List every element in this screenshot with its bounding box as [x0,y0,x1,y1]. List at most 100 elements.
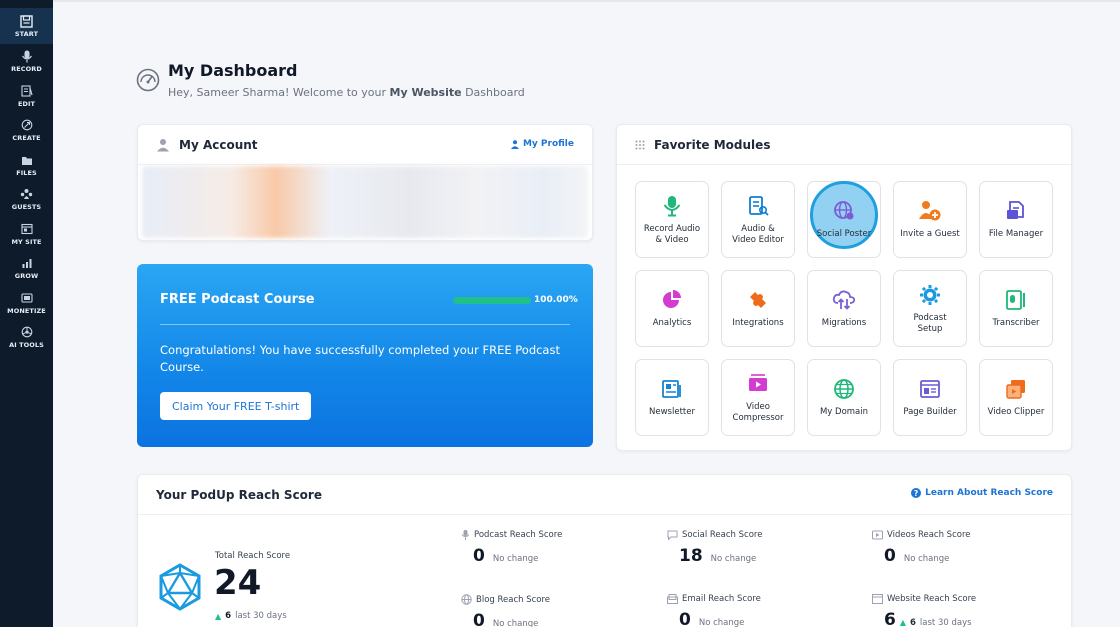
svg-text:?: ? [914,489,918,498]
blurred-account-details [142,166,588,238]
sidebar-item-guests[interactable]: GUESTS [0,187,53,213]
module-social-poster[interactable]: Social Poster [807,181,881,258]
video-compressor-icon [746,372,770,396]
metric-podcast-reach: Podcast Reach Score 0 No change [461,530,562,566]
module-label: File Manager [988,229,1044,239]
module-invite-guest[interactable]: Invite a Guest [893,181,967,258]
metric-blog-reach: Blog Reach Score 0 No change [461,594,550,627]
microphone-icon [20,49,34,63]
metric-value: 0 [679,610,691,627]
sidebar-item-label: GROW [14,272,39,280]
puzzle-icon [746,288,770,312]
total-reach-label: Total Reach Score [215,551,291,561]
module-label: Video Clipper [987,407,1045,417]
invite-guest-icon [918,199,942,223]
sidebar-item-grow[interactable]: GROW [0,256,53,282]
social-poster-icon [832,199,856,223]
metric-value: 6 [884,610,896,627]
module-analytics[interactable]: Analytics [635,270,709,347]
video-clipper-icon [1004,377,1028,401]
module-file-manager[interactable]: File Manager [979,181,1053,258]
my-profile-label: My Profile [522,139,574,149]
metric-email-reach: Email Reach Score 0 No change [667,594,761,627]
course-progress-label: 100.00% [534,295,578,305]
module-label: Podcast Setup [913,312,947,334]
my-account-card: My Account My Profile [137,124,593,241]
trend-up-icon: ▲ [215,611,222,621]
module-label: Integrations [732,318,784,328]
module-label: Invite a Guest [900,229,960,239]
sidebar-item-start[interactable]: START [0,8,53,44]
podcast-course-card: FREE Podcast Course 100.00% Congratulati… [137,264,593,447]
microphone-icon [461,530,470,540]
start-icon [20,14,34,28]
module-label: Page Builder [903,407,957,417]
metric-label: Blog Reach Score [476,594,551,605]
module-label: Record Audio & Video [643,223,701,245]
sidebar: START RECORD EDIT CREATE FILES GUESTS MY… [0,0,53,627]
total-change-period: last 30 days [235,611,287,621]
module-my-domain[interactable]: My Domain [807,359,881,436]
module-label: Newsletter [649,407,695,417]
sidebar-item-label: START [14,30,39,38]
module-audio-video-editor[interactable]: Audio & Video Editor [721,181,795,258]
my-site-icon [20,222,34,236]
sidebar-item-monetize[interactable]: MONETIZE [0,291,53,317]
module-record-audio-video[interactable]: Record Audio & Video [635,181,709,258]
module-migrations[interactable]: Migrations [807,270,881,347]
metric-change-value: 6 [910,618,916,627]
sidebar-item-create[interactable]: CREATE [0,118,53,144]
module-label: Audio & Video Editor [732,223,784,245]
edit-icon [20,84,34,98]
module-label: Migrations [821,318,867,328]
module-label: Transcriber [992,318,1040,328]
sidebar-item-label: MONETIZE [7,307,46,315]
guests-icon [20,187,34,201]
files-icon [20,153,34,167]
metric-change: No change [698,618,745,627]
top-divider [53,0,1120,2]
sidebar-item-label: GUESTS [11,203,42,211]
globe-icon [832,377,856,401]
sidebar-item-files[interactable]: FILES [0,153,53,179]
metric-change: No change [492,554,539,564]
module-newsletter[interactable]: Newsletter [635,359,709,436]
microphone-icon [660,194,684,218]
module-podcast-setup[interactable]: Podcast Setup [893,270,967,347]
course-divider [160,324,570,325]
learn-reach-score-link[interactable]: ? Learn About Reach Score [911,488,1053,498]
metric-label: Website Reach Score [887,594,977,604]
module-label: Social Poster [816,229,872,239]
sidebar-item-ai-tools[interactable]: AI TOOLS [0,325,53,351]
website-name: My Website [389,86,462,99]
gear-icon [918,283,942,307]
module-page-builder[interactable]: Page Builder [893,359,967,436]
icosahedron-icon [156,563,204,615]
metric-social-reach: Social Reach Score 18 No change [667,530,762,566]
metric-change: No change [710,554,757,564]
sidebar-item-record[interactable]: RECORD [0,49,53,75]
claim-tshirt-button[interactable]: Claim Your FREE T-shirt [160,392,312,420]
metric-value: 0 [473,611,485,627]
transcriber-icon [1004,288,1028,312]
total-reach-change: ▲ 6 last 30 days [215,611,287,621]
module-transcriber[interactable]: Transcriber [979,270,1053,347]
module-video-compressor[interactable]: Video Compressor [721,359,795,436]
my-profile-link[interactable]: My Profile [510,139,574,149]
sidebar-item-label: RECORD [11,65,42,73]
sidebar-item-label: FILES [16,169,37,177]
course-message: Congratulations! You have successfully c… [160,343,560,374]
monetize-icon [20,291,34,305]
my-account-title: My Account [179,137,258,152]
sidebar-item-edit[interactable]: EDIT [0,84,53,110]
email-icon [667,594,678,604]
module-integrations[interactable]: Integrations [721,270,795,347]
metric-label: Social Reach Score [682,530,763,540]
page-subtitle: Hey, Sameer Sharma! Welcome to your My W… [168,86,525,99]
metric-change: No change [903,554,950,564]
learn-reach-score-label: Learn About Reach Score [925,488,1053,498]
sidebar-item-my-site[interactable]: MY SITE [0,222,53,248]
sidebar-item-label: MY SITE [11,238,42,246]
module-video-clipper[interactable]: Video Clipper [979,359,1053,436]
globe-icon [461,594,472,605]
